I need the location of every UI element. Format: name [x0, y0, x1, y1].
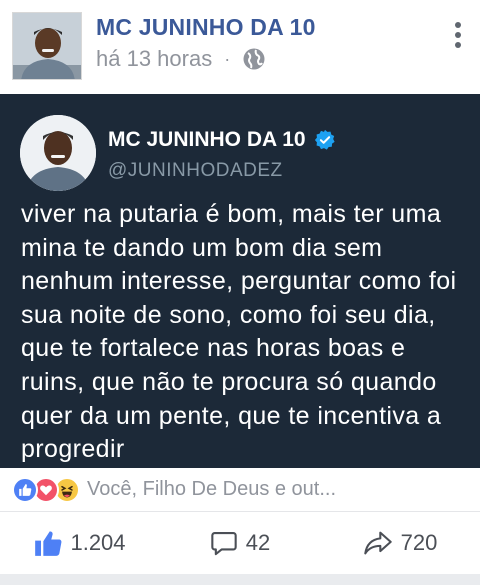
post-meta: há 13 horas · [96, 46, 266, 72]
post-action-bar: 1.204 42 720 [0, 512, 480, 574]
tweet-display-name: MC JUNINHO DA 10 [108, 128, 336, 152]
menu-dot [455, 42, 461, 48]
comment-count: 42 [245, 530, 271, 555]
like-button[interactable]: 1.204 [0, 512, 160, 574]
reactions-summary[interactable]: Você, Filho De Deus e out... [0, 468, 480, 512]
tweet-handle: @JUNINHODADEZ [108, 160, 283, 181]
comment-icon [211, 532, 237, 556]
meta-separator: · [224, 48, 231, 69]
like-count: 1.204 [70, 530, 126, 555]
tweet-text: viver na putaria é bom, mais ter uma min… [21, 200, 457, 464]
comment-button[interactable]: 42 [160, 512, 320, 574]
share-count: 720 [400, 530, 438, 555]
reactors-text[interactable]: Você, Filho De Deus e out... [87, 478, 336, 501]
menu-dot [455, 22, 461, 28]
post-timestamp[interactable]: há 13 horas [96, 46, 212, 72]
post-header: MC JUNINHO DA 10 há 13 horas · [0, 0, 480, 94]
share-button[interactable]: 720 [320, 512, 480, 574]
menu-dot [455, 32, 461, 38]
thumbs-up-icon [35, 531, 62, 556]
share-icon [363, 531, 392, 555]
post-author-name[interactable]: MC JUNINHO DA 10 [96, 14, 316, 41]
reaction-icons [12, 476, 80, 503]
more-vertical-icon[interactable] [454, 22, 462, 48]
tweet-avatar [20, 115, 96, 191]
tweet-image[interactable]: MC JUNINHO DA 10 @JUNINHODADEZ viver na … [0, 94, 480, 468]
feed-divider [0, 574, 480, 585]
verified-badge-icon [314, 129, 335, 150]
post-author-avatar[interactable] [12, 12, 82, 80]
globe-icon [242, 47, 266, 71]
tweet-name-text: MC JUNINHO DA 10 [108, 128, 306, 151]
like-reaction-icon [12, 476, 38, 503]
